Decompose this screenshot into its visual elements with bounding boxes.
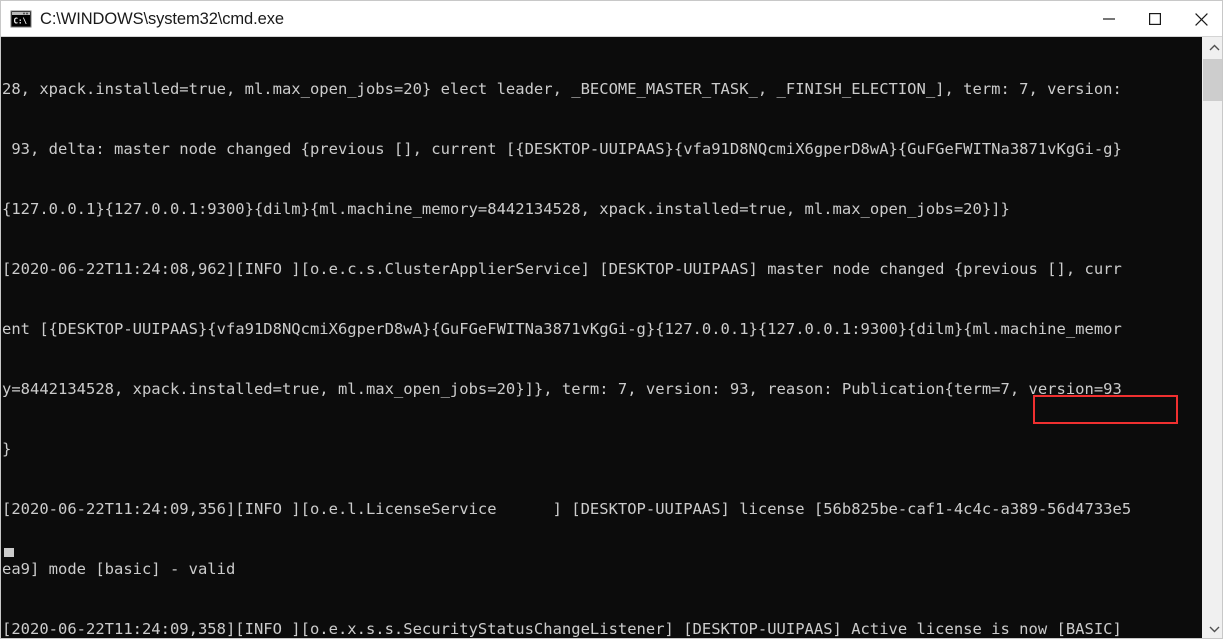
- cmd-console-icon: C:\: [10, 9, 32, 29]
- console-line: [2020-06-22T11:24:09,356][INFO ][o.e.l.L…: [2, 500, 1132, 518]
- svg-text:C:\: C:\: [14, 17, 28, 26]
- console-line: y=8442134528, xpack.installed=true, ml.m…: [2, 380, 1122, 398]
- window-title: C:\WINDOWS\system32\cmd.exe: [40, 9, 284, 28]
- close-button[interactable]: [1178, 3, 1222, 35]
- console-line: 28, xpack.installed=true, ml.max_open_jo…: [2, 80, 1122, 98]
- console-output[interactable]: 28, xpack.installed=true, ml.max_open_jo…: [1, 37, 1202, 638]
- minimize-button[interactable]: [1086, 3, 1132, 35]
- title-bar: C:\ C:\WINDOWS\system32\cmd.exe: [1, 1, 1222, 37]
- console-line: ea9] mode [basic] - valid: [2, 560, 236, 578]
- scrollbar-track[interactable]: [1203, 59, 1222, 618]
- console-line: }: [2, 440, 12, 458]
- cmd-window: C:\ C:\WINDOWS\system32\cmd.exe 28, xpac…: [0, 0, 1223, 639]
- console-line: [2020-06-22T11:24:08,962][INFO ][o.e.c.s…: [2, 260, 1122, 278]
- title-bar-left: C:\ C:\WINDOWS\system32\cmd.exe: [1, 1, 1086, 37]
- scroll-up-arrow-icon[interactable]: [1203, 37, 1222, 59]
- console-cursor: [4, 548, 14, 557]
- console-text-buffer: 28, xpack.installed=true, ml.max_open_jo…: [2, 39, 1202, 638]
- scrollbar-thumb[interactable]: [1203, 59, 1222, 101]
- console-line: ent [{DESKTOP-UUIPAAS}{vfa91D8NQcmiX6gpe…: [2, 320, 1122, 338]
- console-line: 93, delta: master node changed {previous…: [2, 140, 1122, 158]
- scroll-down-arrow-icon[interactable]: [1203, 618, 1222, 638]
- maximize-button[interactable]: [1132, 3, 1178, 35]
- console-scrollbar[interactable]: [1202, 37, 1222, 638]
- console-line: [2020-06-22T11:24:09,358][INFO ][o.e.x.s…: [2, 620, 1122, 638]
- console-line: {127.0.0.1}{127.0.0.1:9300}{dilm}{ml.mac…: [2, 200, 1010, 218]
- console-client-area: 28, xpack.installed=true, ml.max_open_jo…: [1, 37, 1222, 638]
